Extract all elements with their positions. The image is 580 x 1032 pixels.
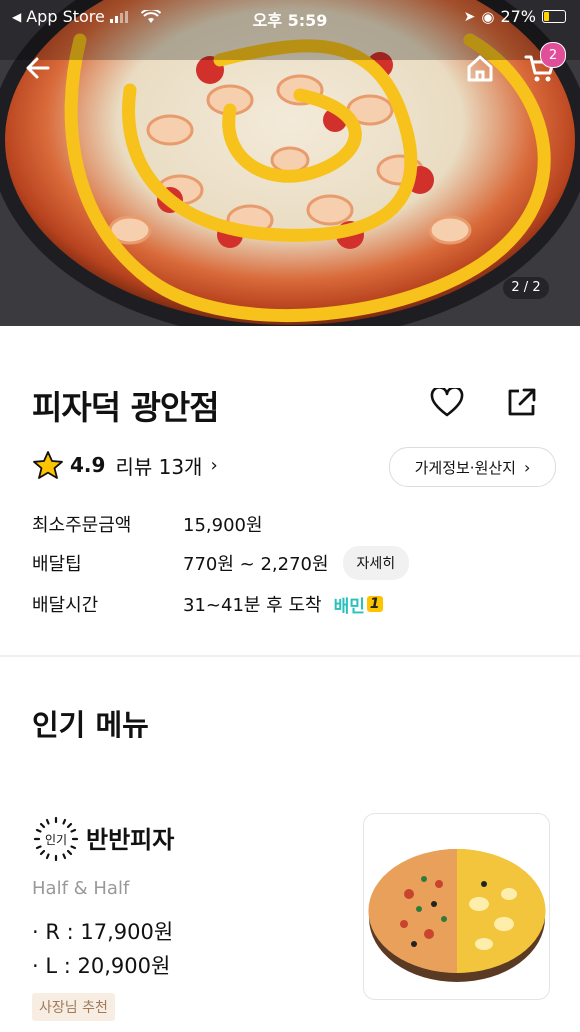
delivery-tip-row: 배달팁 770원 ~ 2,270원 자세히 [32,546,532,580]
home-button[interactable] [460,48,500,88]
hero-image[interactable]: ◀ App Store 오후 5:59 ➤ ◉ 27% 2 2 / 2 [0,0,580,326]
cart-count-badge: 2 [540,42,566,68]
home-icon [467,55,493,82]
popular-badge-icon: 인기 [33,816,79,862]
delivery-time-value-wrap: 31~41분 후 도착 배민 1 [183,591,383,617]
baemin-one-logo: 배민 1 [334,592,383,617]
heart-icon [430,386,464,417]
menu-item-name: 반반피자 [86,826,175,854]
rating-value: 4.9 [70,453,106,477]
share-button[interactable] [506,386,538,422]
baemin-text: 배민 [333,596,365,617]
min-order-row: 최소주문금액 15,900원 [32,508,532,540]
delivery-time-row: 배달시간 31~41분 후 도착 배민 1 [32,588,532,620]
chevron-right-icon: › [210,454,218,476]
popular-badge-text: 인기 [45,833,67,847]
orientation-lock-icon: ◉ [481,7,495,26]
back-arrow-icon [26,57,50,79]
half-half-pizza-image [368,849,546,982]
detail-button[interactable]: 자세히 [342,546,410,580]
min-order-value: 15,900원 [183,515,263,536]
popular-menu-title: 인기 메뉴 [32,708,149,742]
image-page-indicator: 2 / 2 [503,277,549,299]
popular-badge: 인기 [32,815,80,867]
back-button[interactable] [18,48,58,88]
battery-percent: 27% [500,7,536,26]
store-name: 피자덕 광안점 [32,388,220,427]
delivery-tip-value-wrap: 770원 ~ 2,270원 자세히 [183,546,410,580]
delivery-tip-label: 배달팁 [32,554,82,575]
favorite-button[interactable] [430,386,464,422]
min-order-label: 최소주문금액 [32,515,132,536]
delivery-time-value: 31~41분 후 도착 [183,595,322,616]
chevron-right-icon: › [523,457,531,477]
owner-recommend-badge: 사장님 추천 [32,993,115,1021]
store-info-label: 가게정보·원산지 [414,458,516,477]
location-icon: ➤ [463,8,476,25]
star-icon [33,451,63,479]
rating-row[interactable]: 4.9 리뷰 13개 › [32,450,218,480]
delivery-tip-value: 770원 ~ 2,270원 [183,554,329,575]
section-divider [0,655,580,657]
status-right: ➤ ◉ 27% [464,7,566,26]
menu-price-r: · R : 17,900원 [32,920,174,944]
delivery-time-label: 배달시간 [32,595,99,616]
baemin-one-badge: 1 [366,596,383,612]
battery-icon [542,10,566,23]
menu-price-l: · L : 20,900원 [32,954,171,978]
menu-item-subtitle: Half & Half [32,878,130,899]
status-bar: ◀ App Store 오후 5:59 ➤ ◉ 27% [0,0,580,34]
menu-item-thumbnail[interactable] [363,813,550,1000]
share-icon [508,388,536,416]
review-count: 리뷰 13개 [115,454,203,479]
store-info-button[interactable]: 가게정보·원산지 › [389,447,556,487]
